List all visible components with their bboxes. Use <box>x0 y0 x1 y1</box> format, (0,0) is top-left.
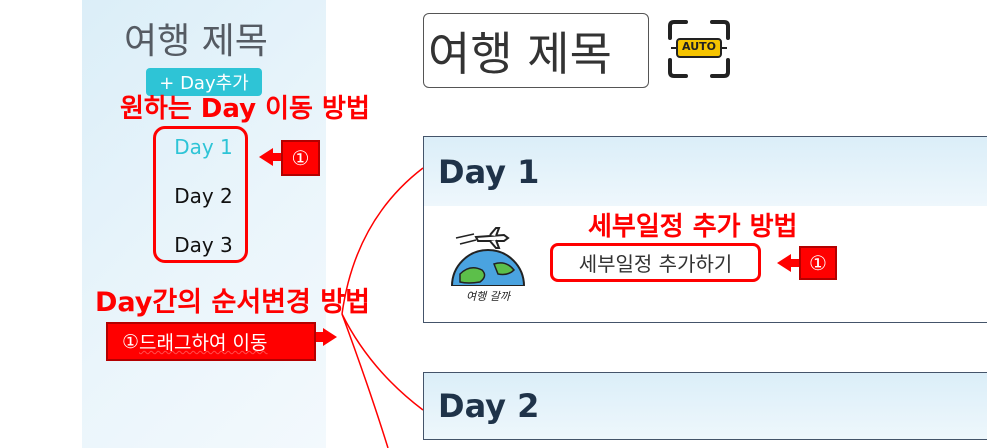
detail-annotation: 세부일정 추가 방법 <box>588 212 798 242</box>
detail-arrow-icon <box>777 254 791 272</box>
sidebar-item-day-2[interactable]: Day 2 <box>156 184 251 208</box>
day-section-header-2[interactable]: Day 2 <box>423 372 987 440</box>
move-day-annotation: 원하는 Day 이동 방법 <box>120 94 370 124</box>
travel-logo: 여행 갈까 <box>446 224 530 308</box>
callout-step-badge: ① <box>281 140 320 176</box>
drag-instruction: ① 드래그하여 이동 <box>106 322 316 361</box>
callout-arrow-icon <box>259 148 273 166</box>
add-detail-button[interactable]: 세부일정 추가하기 <box>550 243 761 282</box>
drag-instruction-text: 드래그하여 이동 <box>139 332 268 354</box>
sidebar-item-day-3[interactable]: Day 3 <box>156 233 251 257</box>
auto-badge-text: AUTO <box>682 40 716 53</box>
detail-step-badge: ① <box>799 246 837 280</box>
logo-caption: 여행 갈까 <box>466 290 510 303</box>
drag-guide-lines-icon <box>341 167 424 448</box>
day-section-header-1[interactable]: Day 1 <box>423 136 987 207</box>
drag-step-number: ① <box>122 330 140 353</box>
sidebar-trip-title: 여행 제목 <box>124 21 268 62</box>
globe-airplane-icon <box>450 227 526 287</box>
auto-capture-button[interactable]: AUTO <box>666 18 732 80</box>
trip-title-input[interactable] <box>423 13 649 88</box>
sidebar-item-day-1[interactable]: Day 1 <box>156 135 251 159</box>
day-list: Day 1 Day 2 Day 3 <box>153 126 248 263</box>
reorder-annotation: Day간의 순서변경 방법 <box>95 287 370 318</box>
